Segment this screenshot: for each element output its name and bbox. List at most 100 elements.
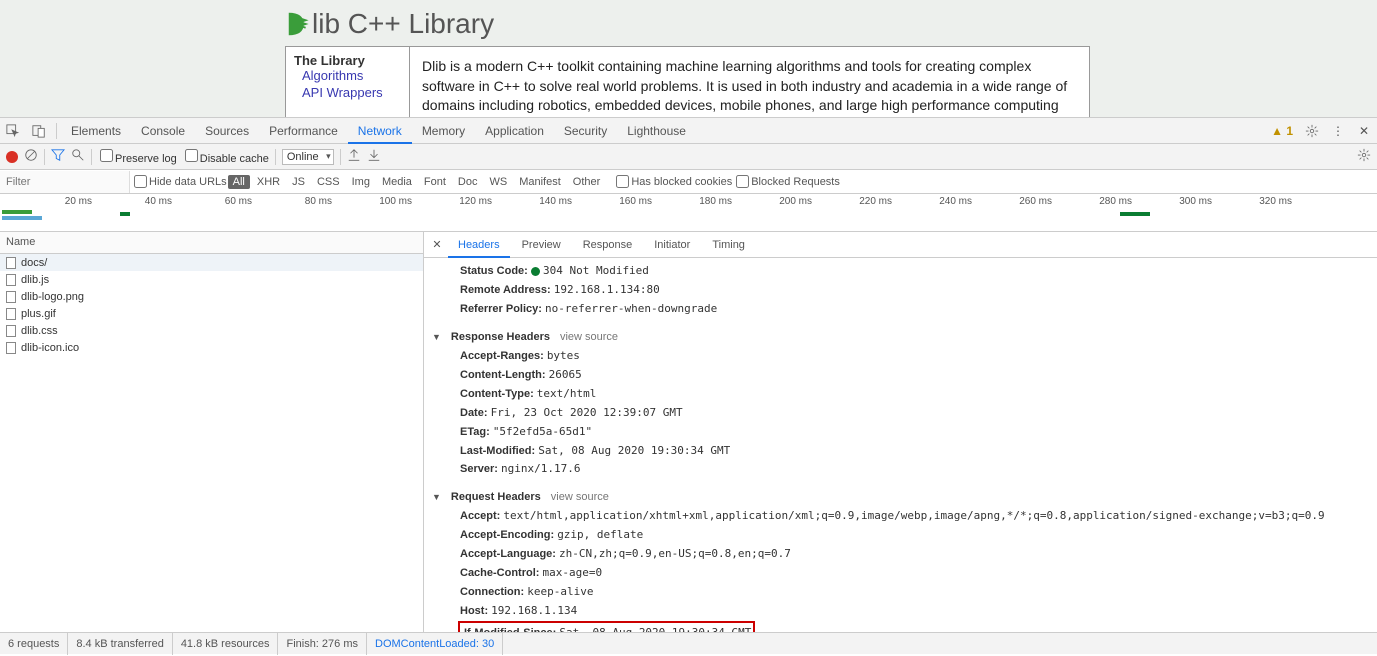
request-row[interactable]: dlib-icon.ico [0,339,423,356]
download-icon[interactable] [367,148,381,165]
tab-network[interactable]: Network [348,118,412,144]
blocked-requests-checkbox[interactable]: Blocked Requests [736,175,840,188]
file-icon [6,274,16,286]
tab-security[interactable]: Security [554,118,617,144]
label: Accept-Encoding: [460,529,554,541]
tab-sources[interactable]: Sources [195,118,259,144]
filter-chip-font[interactable]: Font [419,175,451,189]
tab-application[interactable]: Application [475,118,554,144]
value: Sat, 08 Aug 2020 19:30:34 GMT [559,626,751,632]
details-tab-timing[interactable]: Timing [702,232,755,258]
tab-lighthouse[interactable]: Lighthouse [617,118,696,144]
timeline-tick: 320 ms [1212,196,1292,207]
details-tab-response[interactable]: Response [573,232,643,258]
search-icon[interactable] [71,148,85,165]
request-row[interactable]: dlib.js [0,271,423,288]
details-tab-headers[interactable]: Headers [448,232,510,258]
timeline-tick: 300 ms [1132,196,1212,207]
label: Date: [460,407,488,419]
more-icon[interactable]: ⋮ [1325,119,1351,143]
label: Accept: [460,510,500,522]
filter-input[interactable] [0,171,130,193]
filter-chip-js[interactable]: JS [287,175,310,189]
value: no-referrer-when-downgrade [545,302,717,315]
value: text/html [537,387,597,400]
file-icon [6,342,16,354]
value: zh-CN,zh;q=0.9,en-US;q=0.8,en;q=0.7 [559,547,791,560]
record-button[interactable] [6,151,18,163]
value: 304 Not Modified [543,264,649,277]
label: Referrer Policy: [460,303,542,315]
page-title-text: lib C++ Library [312,8,494,40]
status-bar: 6 requests 8.4 kB transferred 41.8 kB re… [0,632,1377,654]
settings-gear-icon[interactable] [1357,148,1371,165]
close-details-icon[interactable]: ✕ [428,238,446,251]
filter-chip-media[interactable]: Media [377,175,417,189]
tab-performance[interactable]: Performance [259,118,348,144]
filter-chip-css[interactable]: CSS [312,175,345,189]
filter-chip-img[interactable]: Img [347,175,375,189]
preserve-log-checkbox[interactable]: Preserve log [98,149,177,165]
status-dot-icon [531,267,540,276]
filter-chip-all[interactable]: All [228,175,250,189]
file-icon [6,257,16,269]
request-row[interactable]: dlib-logo.png [0,288,423,305]
label: Server: [460,463,498,475]
dlib-logo-icon [285,9,315,39]
hide-data-urls-checkbox[interactable]: Hide data URLs [134,175,227,188]
filter-chip-xhr[interactable]: XHR [252,175,285,189]
disable-cache-checkbox[interactable]: Disable cache [183,149,269,165]
view-source-link[interactable]: view source [551,491,609,503]
status-dcl: DOMContentLoaded: 30 [367,633,503,655]
blocked-cookies-checkbox[interactable]: Has blocked cookies [616,175,732,188]
value: max-age=0 [543,566,603,579]
filter-icon[interactable] [51,148,65,165]
upload-icon[interactable] [347,148,361,165]
request-row[interactable]: plus.gif [0,305,423,322]
throttling-select[interactable]: Online [282,149,334,165]
timeline-tick: 20 ms [12,196,92,207]
filter-chip-doc[interactable]: Doc [453,175,483,189]
sidebar-link[interactable]: API Wrappers [302,85,401,102]
separator [44,149,45,165]
inspect-icon[interactable] [0,119,26,143]
tab-console[interactable]: Console [131,118,195,144]
settings-icon[interactable] [1299,119,1325,143]
page-description: Dlib is a modern C++ toolkit containing … [410,46,1090,117]
tab-memory[interactable]: Memory [412,118,475,144]
value: keep-alive [527,585,593,598]
timeline-tick: 200 ms [732,196,812,207]
tab-elements[interactable]: Elements [61,118,131,144]
details-tab-initiator[interactable]: Initiator [644,232,700,258]
collapse-icon[interactable]: ▼ [432,492,441,502]
network-timeline[interactable]: 20 ms 40 ms 60 ms 80 ms 100 ms 120 ms 14… [0,194,1377,232]
view-source-link[interactable]: view source [560,331,618,343]
timeline-tick: 60 ms [172,196,252,207]
device-toggle-icon[interactable] [26,119,52,143]
label: Connection: [460,586,524,598]
network-filterbar: Hide data URLs All XHR JS CSS Img Media … [0,170,1377,194]
details-tab-preview[interactable]: Preview [512,232,571,258]
timeline-bar [2,210,32,214]
warning-badge[interactable]: ▲ 1 [1271,124,1293,138]
filter-chip-other[interactable]: Other [568,175,606,189]
collapse-icon[interactable]: ▼ [432,332,441,342]
page-title: lib C++ Library [285,0,1377,40]
timeline-bar [120,212,130,216]
request-row[interactable]: dlib.css [0,322,423,339]
close-icon[interactable]: ✕ [1351,119,1377,143]
status-transferred: 8.4 kB transferred [68,633,172,655]
request-row[interactable]: docs/ [0,254,423,271]
clear-icon[interactable] [24,148,38,165]
filter-chip-manifest[interactable]: Manifest [514,175,566,189]
column-header-name[interactable]: Name [0,232,423,254]
timeline-tick: 80 ms [252,196,332,207]
status-requests: 6 requests [0,633,68,655]
filter-chip-ws[interactable]: WS [484,175,512,189]
value: 192.168.1.134 [491,604,577,617]
label: Last-Modified: [460,445,535,457]
separator [340,149,341,165]
sidebar-link[interactable]: Algorithms [302,68,401,85]
separator [275,149,276,165]
label: Content-Type: [460,388,534,400]
